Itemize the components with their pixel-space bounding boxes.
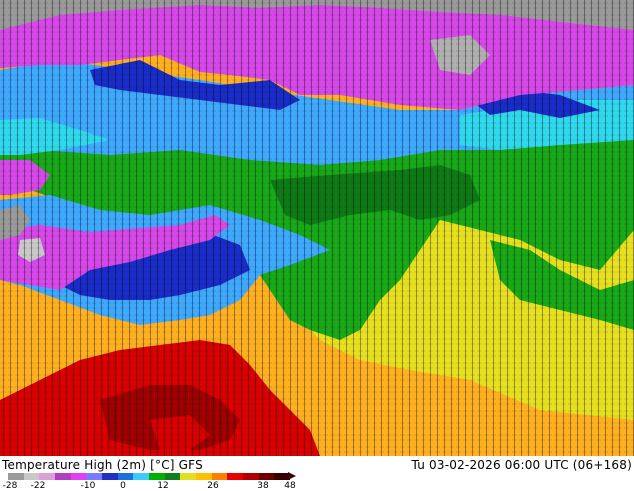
- color-scale-swatch: [23, 473, 40, 480]
- contour-overlay: [0, 0, 634, 456]
- map-title: Temperature High (2m) [°C] GFS: [2, 458, 203, 472]
- color-scale-swatch: [196, 473, 212, 480]
- color-scale-arrow: [288, 472, 296, 480]
- color-scale-swatch: [243, 473, 259, 480]
- color-scale-swatch: [149, 473, 165, 480]
- color-scale-swatch: [133, 473, 150, 480]
- color-scale-swatch: [227, 473, 244, 480]
- color-scale: -28 -22 -10 0 12 26 38 48: [3, 472, 296, 491]
- map-timestamp: Tu 03-02-2026 06:00 UTC (06+168): [411, 458, 632, 472]
- color-scale-swatch: [117, 473, 134, 480]
- color-scale-swatch: [211, 473, 228, 480]
- map-footer: Temperature High (2m) [°C] GFS Tu 03-02-…: [0, 456, 634, 491]
- color-scale-swatch: [86, 473, 103, 480]
- color-scale-swatch: [258, 473, 275, 480]
- color-scale-swatch: [164, 473, 181, 480]
- color-scale-swatch: [70, 473, 87, 480]
- color-scale-bar: [8, 473, 291, 480]
- color-scale-swatch: [180, 473, 197, 480]
- temperature-map[interactable]: [0, 0, 634, 456]
- color-scale-swatch: [39, 473, 56, 480]
- map-canvas: [0, 0, 634, 456]
- color-scale-swatch: [8, 473, 24, 480]
- color-scale-swatch: [102, 473, 118, 480]
- color-scale-swatch: [55, 473, 71, 480]
